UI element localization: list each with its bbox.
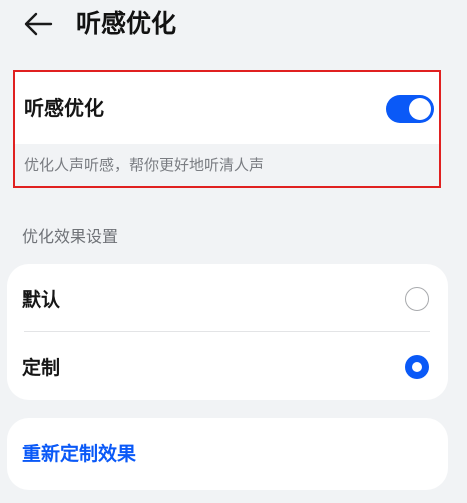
- header-bar: 听感优化: [0, 0, 467, 50]
- page-title: 听感优化: [76, 9, 177, 38]
- toggle-row: 听感优化: [15, 72, 439, 144]
- option-default[interactable]: 默认: [7, 264, 448, 332]
- section-title: 优化效果设置: [22, 227, 119, 246]
- radio-custom[interactable]: [405, 355, 429, 379]
- arrow-left-icon: [24, 12, 53, 36]
- option-label: 定制: [22, 357, 61, 379]
- listening-optimization-card: 听感优化 优化人声听感，帮你更好地听清人声: [13, 70, 441, 188]
- listening-optimization-switch[interactable]: [386, 95, 434, 123]
- option-custom[interactable]: 定制: [7, 332, 448, 400]
- radio-default[interactable]: [405, 287, 429, 311]
- recustomize-button[interactable]: 重新定制效果: [7, 418, 448, 490]
- option-label: 默认: [22, 289, 61, 311]
- effect-options-card: 默认 定制: [7, 264, 448, 400]
- back-button[interactable]: [20, 8, 56, 40]
- switch-knob: [409, 98, 431, 120]
- toggle-label: 听感优化: [24, 96, 104, 120]
- recustomize-label: 重新定制效果: [22, 443, 137, 465]
- toggle-description: 优化人声听感，帮你更好地听清人声: [24, 156, 265, 174]
